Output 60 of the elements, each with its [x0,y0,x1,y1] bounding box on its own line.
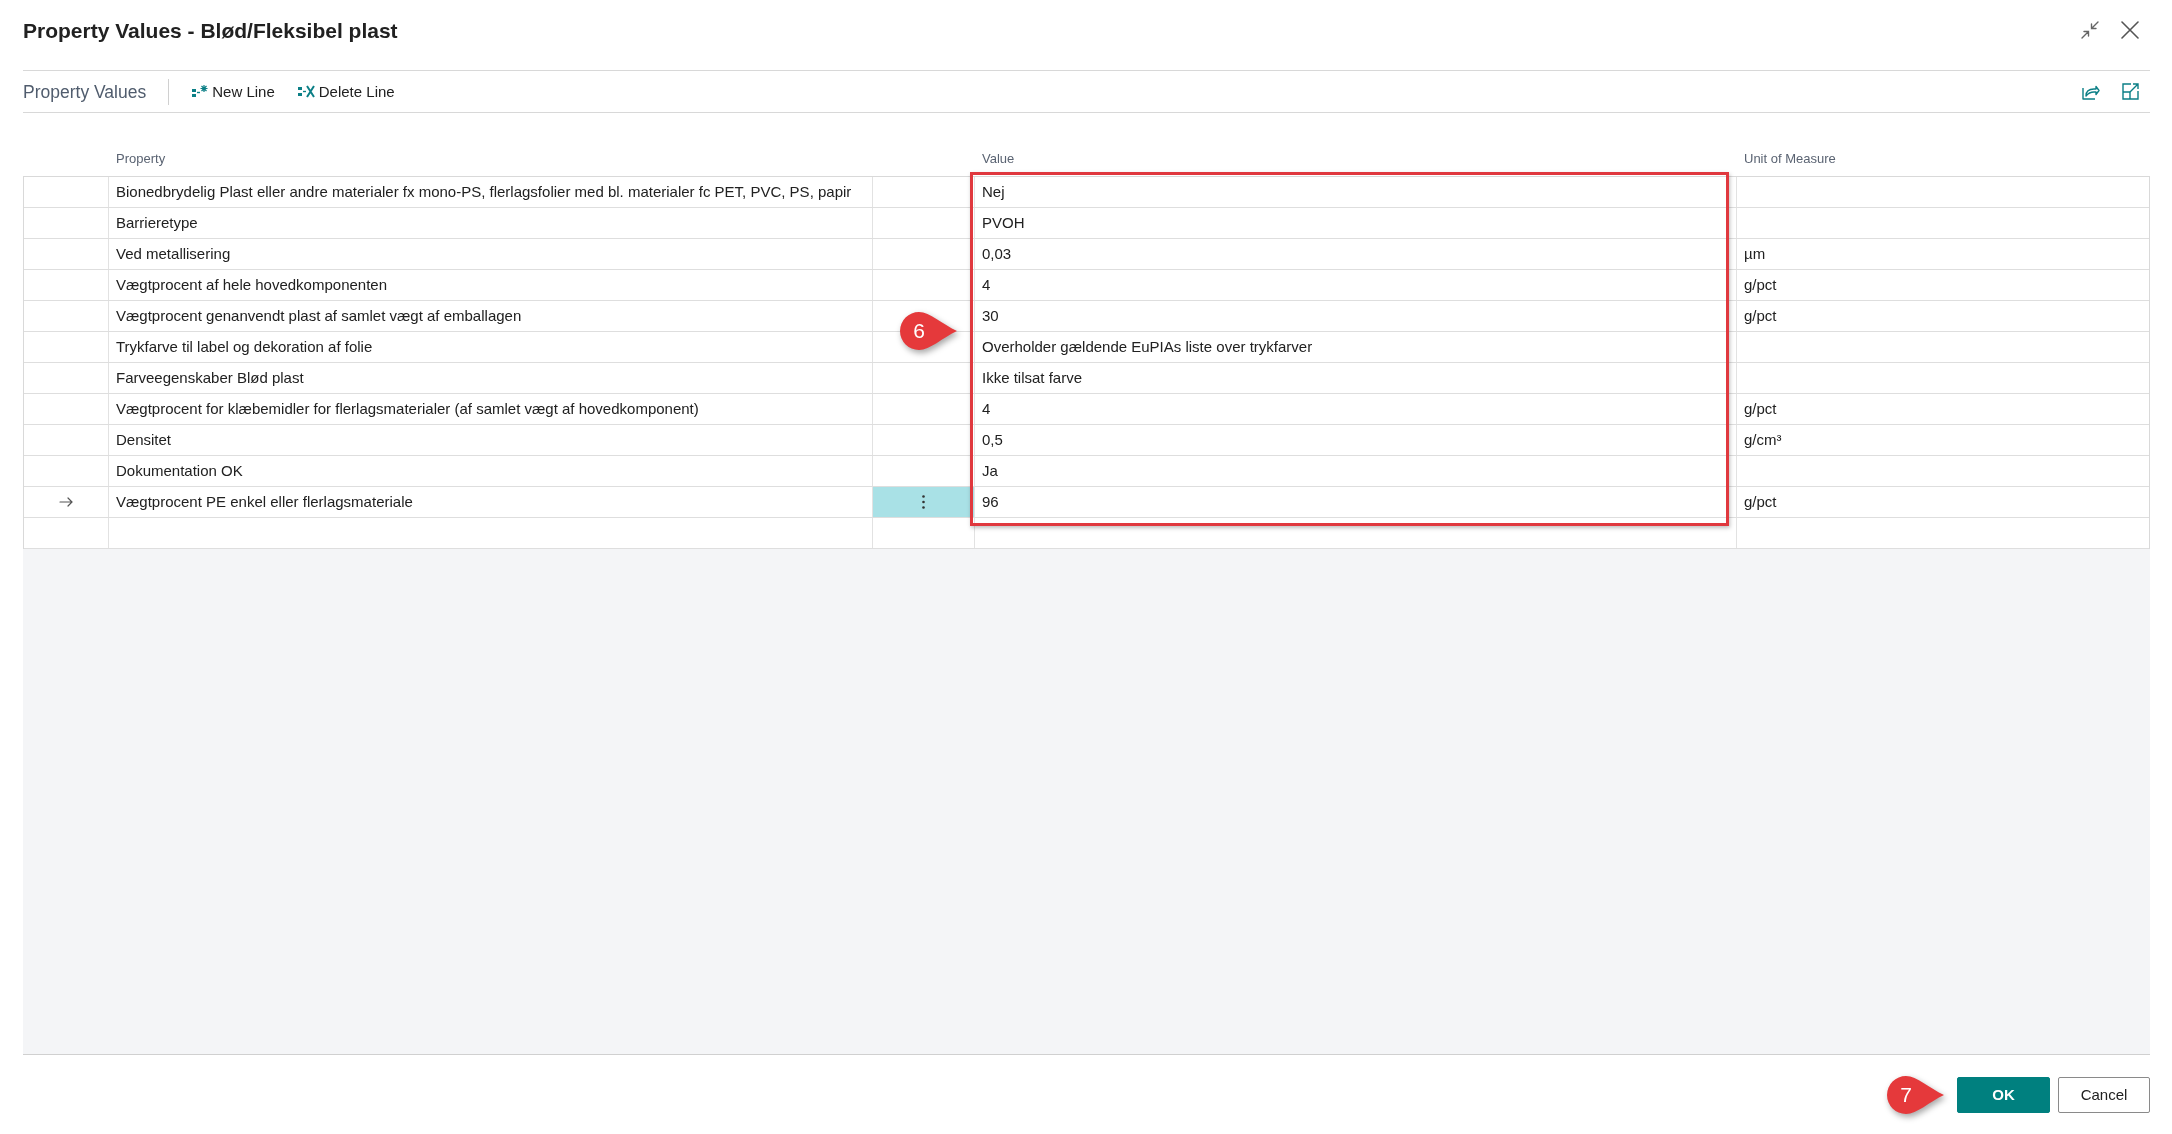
value-cell[interactable]: PVOH [975,208,1737,238]
close-button[interactable] [2121,21,2139,39]
column-header[interactable]: Property [116,151,166,167]
property-cell: Vægtprocent genanvendt plast af samlet vægt af emballagen [109,301,873,331]
property-cell: Densitet [109,425,873,455]
value-cell[interactable]: Ikke tilsat farve [975,363,1737,393]
dialog-title: Property Values - Blød/Fleksibel plast [23,18,398,44]
share-icon [2082,83,2100,100]
property-cell: Trykfarve til label og dekoration af folie [109,332,873,362]
close-icon [2121,21,2139,39]
table-row[interactable]: Vægtprocent for klæbemidler for flerlagsmaterialer (af samlet vægt af hovedkomponent) 4 g/pct [24,394,2149,425]
expand-icon [2122,83,2139,100]
delete-line-button[interactable]: Delete Line [287,77,405,106]
property-cell: Ved metallisering [109,239,873,269]
share-button[interactable] [2082,83,2100,100]
value-cell[interactable]: 30 [975,301,1737,331]
value-cell[interactable]: Nej [975,177,1737,207]
unit-cell[interactable]: g/pct [1737,487,2149,517]
unit-cell[interactable]: g/pct [1737,394,2149,424]
delete-line-icon [297,85,315,98]
unit-cell[interactable]: µm [1737,239,2149,269]
table-row[interactable]: Vægtprocent PE enkel eller flerlagsmateriale 96 g/pct [24,487,2149,518]
table-row[interactable]: Barrieretype PVOH [24,208,2149,239]
ok-button[interactable]: OK [1957,1076,2050,1113]
step-marker: 6 [898,310,958,352]
value-cell[interactable]: 4 [975,270,1737,300]
collapse-button[interactable] [2081,21,2099,39]
step-marker: 7 [1885,1073,1945,1116]
value-cell[interactable]: 4 [975,394,1737,424]
table-row[interactable]: Dokumentation OK Ja [24,456,2149,487]
value-cell[interactable]: 96 [975,487,1737,517]
table-row[interactable]: Densitet 0,5 g/cm³ [24,425,2149,456]
unit-cell[interactable]: g/pct [1737,270,2149,300]
column-header[interactable]: Value [982,151,1015,167]
cancel-button[interactable]: Cancel [2058,1076,2150,1113]
property-cell: Vægtprocent af hele hovedkomponenten [109,270,873,300]
table-row[interactable]: Ved metallisering 0,03 µm [24,239,2149,270]
property-cell: Barrieretype [109,208,873,238]
value-cell[interactable]: 0,03 [975,239,1737,269]
property-cell: Bionedbrydelig Plast eller andre materialer fx mono-PS, flerlagsfolier med bl. materialer fc PET, PVC, PS, papir [109,177,873,207]
column-header[interactable]: Unit of Measure [1744,151,1836,167]
value-cell[interactable]: Overholder gældende EuPIAs liste over trykfarver [975,332,1737,362]
table-row[interactable]: Bionedbrydelig Plast eller andre materialer fx mono-PS, flerlagsfolier med bl. materialer fc PET, PVC, PS, papir Nej [24,177,2149,208]
expand-button[interactable] [2122,83,2139,100]
collapse-icon [2081,21,2099,39]
vertical-ellipsis-icon [922,495,925,509]
right-arrow-icon [59,497,73,507]
row-menu-button[interactable] [873,487,975,517]
property-cell: Farveegenskaber Blød plast [109,363,873,393]
table-row[interactable]: Farveegenskaber Blød plast Ikke tilsat farve [24,363,2149,394]
table-row[interactable]: Vægtprocent af hele hovedkomponenten 4 g/pct [24,270,2149,301]
unit-cell[interactable]: g/cm³ [1737,425,2149,455]
value-cell[interactable]: Ja [975,456,1737,486]
property-cell: Dokumentation OK [109,456,873,486]
property-cell: Vægtprocent for klæbemidler for flerlagsmaterialer (af samlet vægt af hovedkomponent) [109,394,873,424]
section-title: Property Values [23,80,147,103]
value-cell[interactable]: 0,5 [975,425,1737,455]
unit-cell[interactable]: g/pct [1737,301,2149,331]
new-line-button[interactable]: New Line [182,77,285,106]
new-line-icon [192,84,209,99]
